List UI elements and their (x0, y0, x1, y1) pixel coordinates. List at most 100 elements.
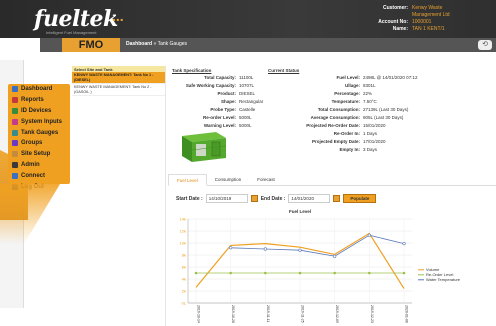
spec-value: DIESEL (239, 91, 256, 96)
groups-icon (12, 140, 18, 147)
fuel-level-chart: Fuel Level 0L 2k 4k 6k 8k 10k 12k 14k 2019-10-14 2… (180, 209, 461, 323)
status-label: Average Consumption: (310, 115, 360, 120)
calendar-icon[interactable] (250, 195, 258, 202)
sidebar-item-label: Admin (21, 161, 40, 168)
x-tick-label: 2019-10-14 (197, 305, 201, 323)
data-point (264, 271, 267, 275)
sidebar: Dashboard Reports ID Devices System Inputs T… (8, 84, 70, 190)
status-row: Fuel Level: 2498L @ 14/01/2020 07:12 (268, 74, 417, 82)
tank-list-item[interactable]: KENWY WASTE MANAGEMENT: Tank No 1 - (DIE… (72, 72, 165, 84)
status-value: 17/01/2020 (363, 139, 386, 144)
status-value: 905L (Last 30 Days) (363, 115, 404, 120)
start-date-label: Start Date : (176, 195, 203, 202)
status-row: Total Consumption: 27139L (Last 30 Days) (268, 106, 417, 114)
dashboard-icon (12, 86, 18, 93)
title-bar: FMO Dashboard » Tank Gauges ⟲ (40, 38, 496, 52)
data-point (402, 271, 406, 275)
status-row: Empty In: 3 Days (268, 146, 417, 154)
spec-label: Probe Type: (210, 107, 236, 112)
x-tick-label: 2020-01-06 (405, 305, 409, 323)
start-date-input[interactable]: 14/10/2019 (205, 194, 248, 203)
status-value: 27139L (Last 30 Days) (363, 107, 409, 112)
status-row: Percentage: 22% (268, 90, 417, 98)
data-point (298, 271, 302, 275)
spec-value: 10707L (239, 83, 255, 88)
data-point (298, 248, 302, 252)
fmo-title: FMO (62, 38, 120, 52)
sidebar-item-dashboard[interactable]: Dashboard (8, 84, 70, 95)
breadcrumb-dashboard[interactable]: Dashboard (126, 41, 152, 47)
sidebar-item-label: System Inputs (21, 118, 63, 125)
id-devices-icon (12, 107, 18, 114)
data-point (367, 233, 371, 237)
spec-label: Product: (217, 91, 237, 96)
chart-tabs: Fuel Level Consumption Forecast (168, 174, 496, 186)
status-row: Re-Order In: 1 Days (268, 130, 417, 138)
sidebar-item-label: Connect (21, 172, 45, 179)
data-point (229, 271, 232, 275)
sidebar-item-label: Tank Gauges (21, 129, 59, 136)
connect-icon (12, 172, 18, 179)
current-status: Fuel Level: 2498L @ 14/01/2020 07:12 Ullag… (268, 74, 417, 154)
tab-consumption[interactable]: Consumption (207, 174, 250, 186)
series-line-water-temperature (230, 234, 405, 257)
status-label: Ullage: (344, 83, 360, 88)
data-point (263, 247, 267, 251)
spec-value: 5000L (239, 115, 252, 120)
spec-row: Re-order Level: 5000L (172, 114, 263, 122)
spec-row: Product: DIESEL (172, 90, 263, 98)
date-range: Start Date : 14/10/2019 End Date : 14/01… (176, 194, 377, 203)
logo-dots: ... (112, 8, 124, 24)
tank-spec-title: Tank Specification (172, 68, 212, 73)
sidebar-item-id-devices[interactable]: ID Devices (8, 106, 70, 117)
sidebar-item-label: Groups (21, 140, 43, 147)
status-row: Projected Empty Date: 17/01/2020 (268, 138, 417, 146)
status-row: Ullage: 8301L (268, 82, 417, 90)
spec-label: Re-order Level: (202, 115, 236, 120)
current-status-title: Current Status (268, 68, 300, 73)
sidebar-decoration (0, 184, 60, 244)
y-tick-label: 12k (180, 229, 186, 234)
y-tick-label: 10k (180, 241, 186, 246)
calendar-icon[interactable] (333, 195, 341, 202)
populate-button[interactable]: Populate (343, 194, 377, 203)
sidebar-item-tank-gauges[interactable]: Tank Gauges (8, 127, 70, 138)
tagline: Intelligent Fuel Management (46, 30, 97, 35)
sidebar-item-reports[interactable]: Reports (8, 95, 70, 106)
status-value: 3 Days (363, 147, 378, 152)
x-tick-label: 2019-12-09 (335, 305, 339, 323)
status-label: Fuel Level: (336, 75, 360, 80)
y-tick-label: 8k (182, 253, 186, 258)
account-value: 1000001 (412, 19, 432, 25)
app-header: fueltek ... Intelligent Fuel Management … (0, 0, 496, 38)
status-value: 22% (363, 91, 373, 96)
fueltek-logo[interactable]: fueltek (34, 6, 118, 32)
sidebar-item-admin[interactable]: Admin (8, 160, 70, 171)
status-label: Percentage: (334, 91, 360, 96)
admin-icon (12, 161, 18, 168)
sidebar-item-connect[interactable]: Connect (8, 170, 70, 181)
tank-gauges-icon (12, 129, 18, 136)
end-date-input[interactable]: 14/01/2020 (288, 194, 331, 203)
toggle-icon[interactable]: ⟲ (478, 40, 492, 50)
sidebar-item-system-inputs[interactable]: System Inputs (8, 116, 70, 127)
sidebar-item-groups[interactable]: Groups (8, 138, 70, 149)
customer-info: Customer: Kenwy Waste Management Ltd Acco… (378, 5, 472, 33)
spec-row: Probe Type: Castelle (172, 106, 263, 114)
tab-fuel-level[interactable]: Fuel Level (168, 174, 207, 186)
x-tick-label: 2019-12-23 (370, 305, 374, 323)
status-row: Projected Re-Order Date: 15/01/2020 (268, 122, 417, 130)
status-value: 2498L @ 14/01/2020 07:12 (363, 75, 418, 80)
site-setup-icon (12, 151, 18, 158)
tab-forecast[interactable]: Forecast (249, 174, 283, 186)
spec-value: 5000L (239, 123, 252, 128)
customer-label: Customer: (382, 5, 408, 11)
customer-value: Kenwy Waste Management Ltd (412, 5, 450, 18)
sidebar-item-site-setup[interactable]: Site Setup (8, 149, 70, 160)
tank-list-item[interactable]: KENWY WASTE MANAGEMENT: Tank No 2 - (GAS… (72, 84, 165, 96)
spec-label: Safe Working Capacity: (185, 83, 236, 88)
spec-value: Rectangular (239, 99, 264, 104)
tank-spec: Total Capacity: 11100L Safe Working Capaci… (172, 74, 263, 130)
status-value: 7.50°C (363, 99, 377, 104)
breadcrumb-current: Tank Gauges (157, 41, 188, 47)
